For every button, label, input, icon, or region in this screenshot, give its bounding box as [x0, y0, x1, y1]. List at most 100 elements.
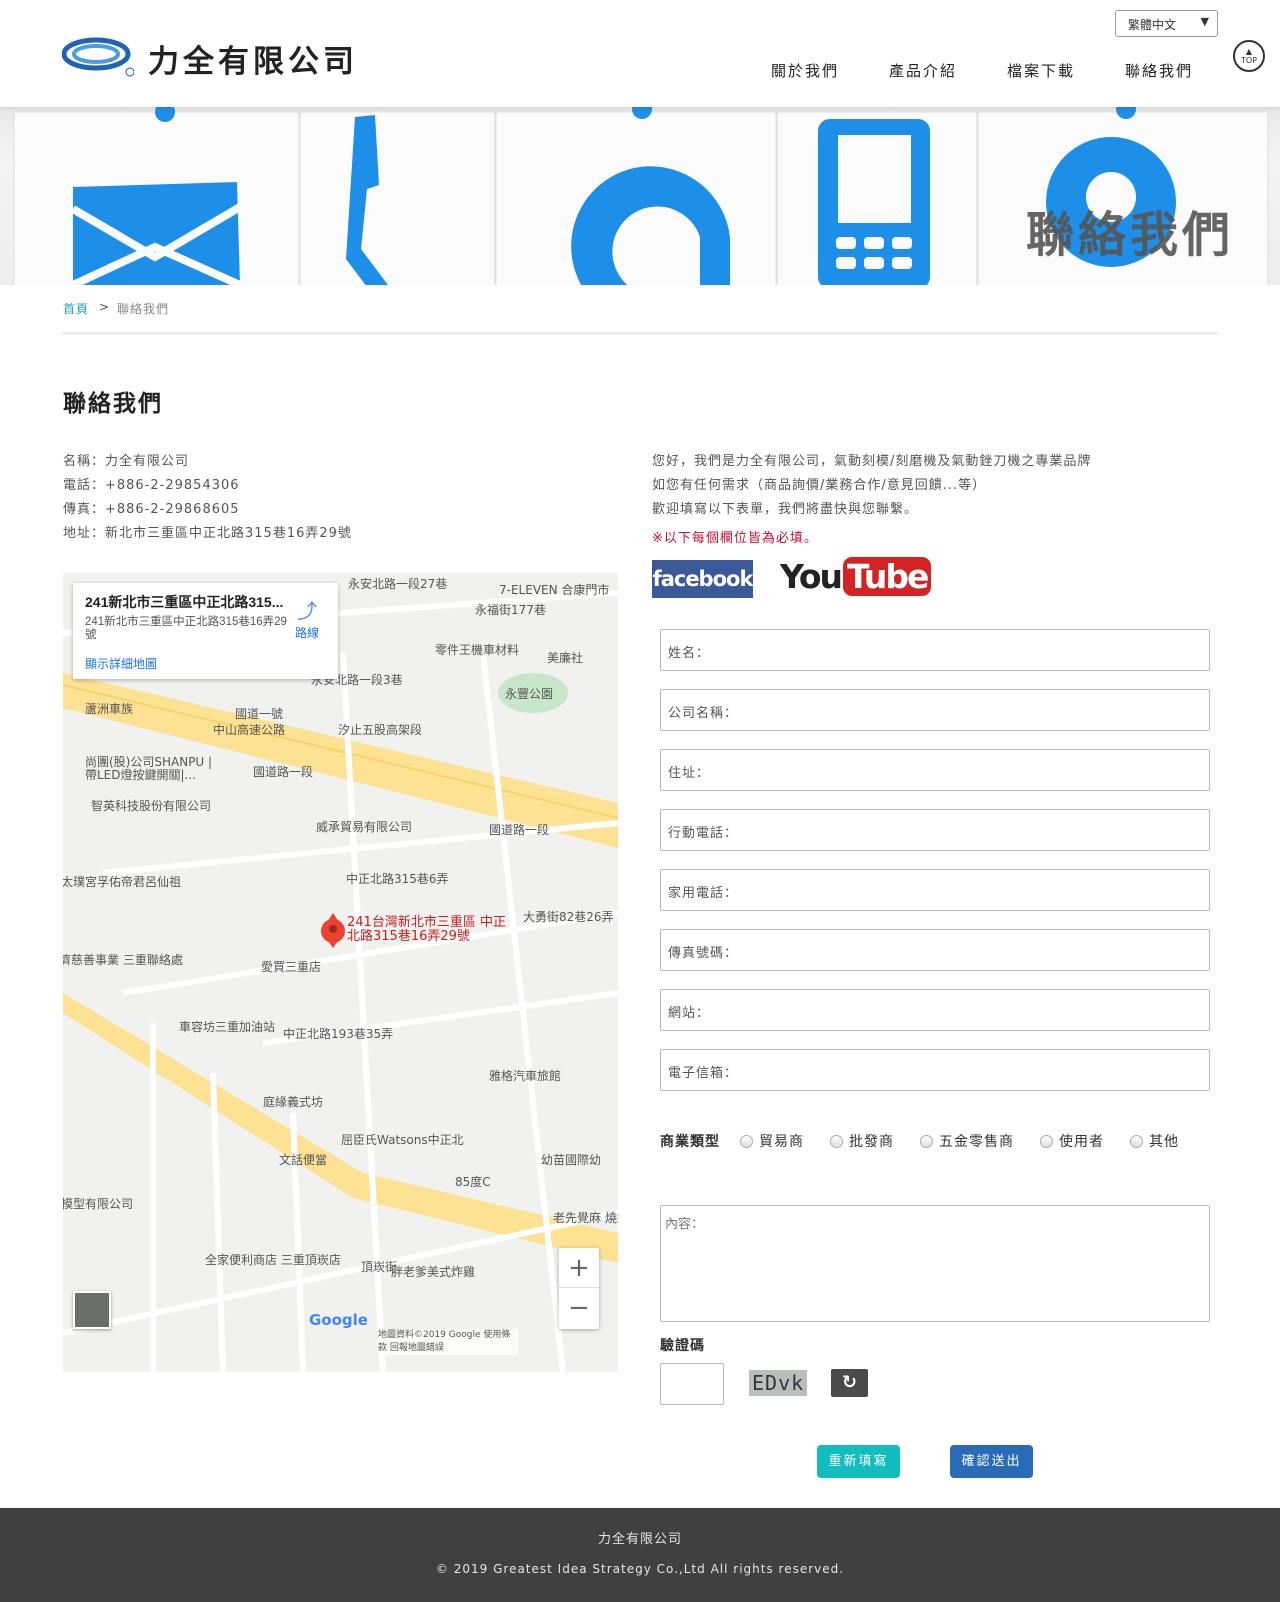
- home-phone-input[interactable]: 家用電話：: [660, 869, 1210, 911]
- map-label: 中正北路315巷6弄: [346, 872, 449, 886]
- fax-input[interactable]: 傳真號碼：: [660, 929, 1210, 971]
- email-input[interactable]: 電子信箱：: [660, 1049, 1210, 1091]
- radio-other[interactable]: 其他: [1130, 1131, 1179, 1151]
- radio-icon[interactable]: [740, 1134, 753, 1148]
- map-label: 庭緣義式坊: [263, 1095, 324, 1109]
- map-label: 車容坊三重加油站: [179, 1020, 276, 1034]
- company-logo-icon[interactable]: [62, 34, 134, 78]
- radio-user[interactable]: 使用者: [1040, 1131, 1104, 1151]
- map-label: 尚團(股)公司SHANPU | 帶LED燈按鍵開關|...: [85, 755, 213, 782]
- company-input[interactable]: 公司名稱：: [660, 689, 1210, 731]
- nav-about[interactable]: 關於我們: [771, 60, 839, 81]
- directions-icon: ⤴: [297, 601, 317, 623]
- business-type-label: 商業類型: [660, 1134, 720, 1150]
- map-label: 頂崁街: [361, 1260, 398, 1274]
- site-footer: 力全有限公司 © 2019 Greatest Idea Strategy Co.…: [0, 1508, 1280, 1602]
- larger-map-link[interactable]: 顯示詳細地圖: [85, 655, 326, 672]
- site-header: 力全有限公司 繁體中文 ▼ 關於我們 產品介紹 檔案下載 聯絡我們 ▲ TOP: [0, 0, 1280, 107]
- map-info-card: 241新北市三重區中正北路315... 241新北市三重區中正北路315巷16弄…: [73, 583, 338, 679]
- breadcrumb-separator: >: [99, 300, 111, 314]
- map-label: 地圖資料©2019 Google 使用條款 回報地圖錯誤: [378, 1329, 518, 1355]
- map-label: 汐止五股高架段: [338, 723, 423, 737]
- radio-trader[interactable]: 貿易商: [740, 1131, 804, 1151]
- map-label: 模型有限公司: [63, 1197, 134, 1211]
- language-value: 繁體中文: [1128, 18, 1177, 32]
- business-type-group: 商業類型 貿易商 批發商 五金零售商 使用者 其他: [660, 1131, 1205, 1151]
- map-label: Google: [309, 1311, 368, 1329]
- map-zoom-control: + −: [559, 1248, 599, 1329]
- map-label: 智英科技股份有限公司: [91, 799, 212, 813]
- map-info-address: 241新北市三重區中正北路315巷16弄29號: [85, 616, 287, 641]
- required-note: ※以下每個欄位皆為必填。: [652, 531, 818, 546]
- back-to-top-button[interactable]: ▲ TOP: [1233, 40, 1265, 72]
- map-label: 胖老爹美式炸雞: [391, 1265, 476, 1279]
- intro-line: 如您有任何需求（商品詢價/業務合作/意見回饋...等）: [652, 478, 987, 493]
- info-fax: 傳真：+886-2-29868605: [63, 502, 240, 517]
- reset-button[interactable]: 重新填寫: [817, 1445, 900, 1478]
- map-label: 大勇街82巷26弄: [523, 910, 614, 924]
- youtube-link[interactable]: You Tube: [780, 553, 932, 599]
- map-label: 國道一號: [235, 707, 284, 721]
- map-label: 幼苗國際幼: [541, 1153, 602, 1167]
- info-address: 地址：新北市三重區中正北路315巷16弄29號: [63, 526, 352, 541]
- intro-line: 您好，我們是力全有限公司，氣動刻模/刻磨機及氣動銼刀機之專業品牌: [652, 454, 1092, 469]
- refresh-captcha-icon[interactable]: ↻: [831, 1369, 868, 1397]
- zoom-in-button[interactable]: +: [559, 1248, 599, 1288]
- divider: [62, 332, 1218, 335]
- google-map[interactable]: 永安北路一段27巷 7-ELEVEN 合康門市 永福街177巷 零件王機車材料 美廉社永…: [63, 573, 618, 1372]
- mobile-input[interactable]: 行動電話：: [660, 809, 1210, 851]
- map-label: 國道路一段: [253, 765, 314, 779]
- breadcrumb-home[interactable]: 首頁: [63, 300, 89, 317]
- footer-copyright: © 2019 Greatest Idea Strategy Co.,Ltd Al…: [435, 1562, 845, 1576]
- map-label: 蘆洲車族: [85, 702, 134, 716]
- zoom-out-button[interactable]: −: [559, 1288, 599, 1328]
- satellite-toggle[interactable]: [73, 1291, 111, 1329]
- address-input[interactable]: 住址：: [660, 749, 1210, 791]
- nav-contact[interactable]: 聯絡我們: [1125, 60, 1193, 81]
- info-name: 名稱：力全有限公司: [63, 454, 190, 469]
- map-label: 永豐公園: [505, 687, 554, 701]
- radio-icon[interactable]: [1130, 1134, 1143, 1148]
- logo-text[interactable]: 力全有限公司: [148, 36, 358, 81]
- map-label: 85度C: [455, 1175, 491, 1189]
- banner-title: 聯絡我們: [1026, 207, 1235, 263]
- map-label: 屈臣氏Watsons中正北: [341, 1133, 464, 1147]
- map-label: 威承貿易有限公司: [316, 820, 413, 834]
- directions-label: 路線: [295, 626, 320, 640]
- banner: 聯絡我們: [0, 107, 1280, 285]
- map-label: 美廉社: [547, 651, 584, 665]
- map-label: 文話便當: [279, 1153, 328, 1167]
- radio-icon[interactable]: [920, 1134, 933, 1148]
- map-label: 全家便利商店 三重頂崁店: [205, 1253, 341, 1267]
- radio-label: 五金零售商: [939, 1134, 1014, 1150]
- radio-icon[interactable]: [830, 1134, 843, 1148]
- content-textarea[interactable]: 內容：: [660, 1205, 1210, 1322]
- map-label: 永福街177巷: [475, 603, 546, 617]
- directions-button[interactable]: ⤴ 路線: [295, 595, 319, 641]
- map-label: 老先覺麻 燒鍋三重: [553, 1211, 618, 1225]
- breadcrumb-current: 聯絡我們: [117, 302, 170, 316]
- map-label: 永安北路一段27巷: [348, 577, 448, 591]
- nav-downloads[interactable]: 檔案下載: [1007, 60, 1075, 81]
- name-input[interactable]: 姓名：: [660, 629, 1210, 671]
- radio-wholesaler[interactable]: 批發商: [830, 1131, 894, 1151]
- map-label: 雅格汽車旅館: [489, 1069, 562, 1083]
- top-label: TOP: [1240, 56, 1257, 65]
- radio-icon[interactable]: [1040, 1134, 1053, 1148]
- website-input[interactable]: 網站：: [660, 989, 1210, 1031]
- captcha-input[interactable]: [660, 1363, 724, 1405]
- radio-label: 批發商: [849, 1134, 894, 1150]
- facebook-link[interactable]: facebook: [652, 560, 753, 598]
- map-pin-label: 241台灣新北市三重區 中正北路315巷16弄29號: [347, 915, 506, 944]
- map-label: 零件王機車材料: [435, 643, 520, 657]
- dropdown-arrow-icon: ▼: [1200, 15, 1209, 28]
- submit-button[interactable]: 確認送出: [950, 1445, 1033, 1478]
- nav-products[interactable]: 產品介紹: [889, 60, 957, 81]
- arrow-up-icon: ▲: [1245, 47, 1253, 56]
- map-label: 中正北路193巷35弄: [283, 1027, 394, 1041]
- footer-company: 力全有限公司: [597, 1532, 682, 1547]
- radio-label: 使用者: [1059, 1134, 1104, 1150]
- language-select[interactable]: 繁體中文 ▼: [1115, 10, 1218, 37]
- radio-hardware-retailer[interactable]: 五金零售商: [920, 1131, 1014, 1151]
- intro-line: 歡迎填寫以下表單，我們將盡快與您聯繫。: [652, 502, 919, 517]
